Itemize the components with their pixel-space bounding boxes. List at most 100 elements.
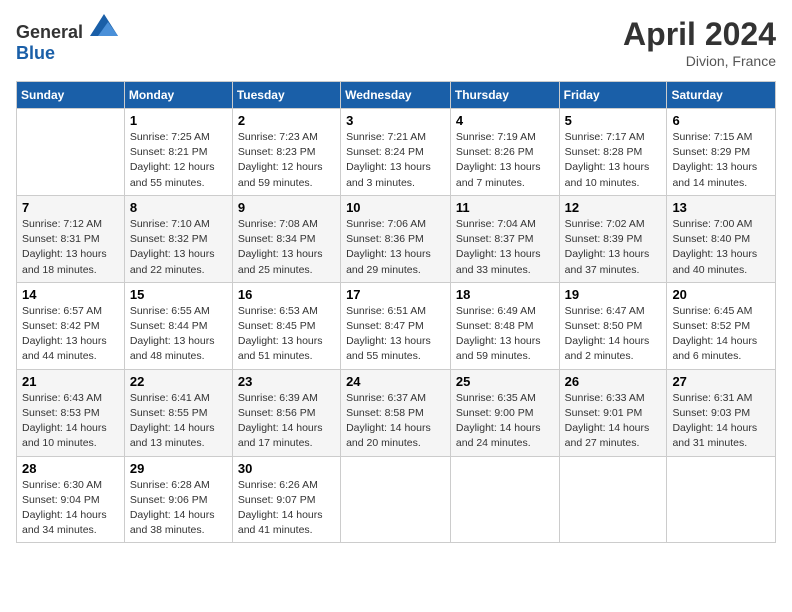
title-block: April 2024 Divion, France (623, 16, 776, 69)
calendar-cell: 21 Sunrise: 6:43 AMSunset: 8:53 PMDayligh… (17, 369, 125, 456)
day-info: Sunrise: 7:23 AMSunset: 8:23 PMDaylight:… (238, 130, 335, 191)
day-number: 29 (130, 461, 227, 476)
calendar-cell: 20 Sunrise: 6:45 AMSunset: 8:52 PMDayligh… (667, 282, 776, 369)
calendar-cell: 5Sunrise: 7:17 AMSunset: 8:28 PMDaylight… (559, 109, 667, 196)
day-number: 13 (672, 200, 770, 215)
day-info: Sunrise: 6:47 AMSunset: 8:50 PMDaylight:… (565, 304, 662, 365)
calendar-cell: 3 Sunrise: 7:21 AMSunset: 8:24 PMDaylight… (341, 109, 451, 196)
day-info: Sunrise: 7:02 AMSunset: 8:39 PMDaylight:… (565, 217, 662, 278)
calendar-cell: 24 Sunrise: 6:37 AMSunset: 8:58 PMDayligh… (341, 369, 451, 456)
day-info: Sunrise: 6:45 AMSunset: 8:52 PMDaylight:… (672, 304, 770, 365)
calendar-cell: 10 Sunrise: 7:06 AMSunset: 8:36 PMDayligh… (341, 195, 451, 282)
day-info: Sunrise: 6:28 AMSunset: 9:06 PMDaylight:… (130, 478, 227, 539)
calendar-cell: 26 Sunrise: 6:33 AMSunset: 9:01 PMDayligh… (559, 369, 667, 456)
calendar-cell (341, 456, 451, 543)
day-number: 24 (346, 374, 445, 389)
calendar-cell: 7 Sunrise: 7:12 AMSunset: 8:31 PMDaylight… (17, 195, 125, 282)
calendar-cell (667, 456, 776, 543)
day-info: Sunrise: 6:39 AMSunset: 8:56 PMDaylight:… (238, 391, 335, 452)
logo-general: General (16, 22, 83, 42)
day-number: 26 (565, 374, 662, 389)
day-info: Sunrise: 6:35 AMSunset: 9:00 PMDaylight:… (456, 391, 554, 452)
day-info: Sunrise: 6:41 AMSunset: 8:55 PMDaylight:… (130, 391, 227, 452)
calendar-week-1: 1 Sunrise: 7:25 AMSunset: 8:21 PMDaylight… (17, 109, 776, 196)
day-number: 3 (346, 113, 445, 128)
day-info: Sunrise: 7:12 AMSunset: 8:31 PMDaylight:… (22, 217, 119, 278)
day-header-sunday: Sunday (17, 82, 125, 109)
calendar-cell: 13 Sunrise: 7:00 AMSunset: 8:40 PMDayligh… (667, 195, 776, 282)
day-number: 16 (238, 287, 335, 302)
page-header: General Blue April 2024 Divion, France (16, 16, 776, 69)
day-info: Sunrise: 7:15 AMSunset: 8:29 PMDaylight:… (672, 130, 770, 191)
day-number: 7 (22, 200, 119, 215)
day-number: 19 (565, 287, 662, 302)
day-info: Sunrise: 6:43 AMSunset: 8:53 PMDaylight:… (22, 391, 119, 452)
calendar-cell: 6Sunrise: 7:15 AMSunset: 8:29 PMDaylight… (667, 109, 776, 196)
day-number: 14 (22, 287, 119, 302)
calendar-cell: 2 Sunrise: 7:23 AMSunset: 8:23 PMDaylight… (232, 109, 340, 196)
day-info: Sunrise: 6:31 AMSunset: 9:03 PMDaylight:… (672, 391, 770, 452)
calendar-cell: 28 Sunrise: 6:30 AMSunset: 9:04 PMDayligh… (17, 456, 125, 543)
day-info: Sunrise: 7:10 AMSunset: 8:32 PMDaylight:… (130, 217, 227, 278)
calendar-body: 1 Sunrise: 7:25 AMSunset: 8:21 PMDaylight… (17, 109, 776, 543)
day-number: 27 (672, 374, 770, 389)
day-info: Sunrise: 6:55 AMSunset: 8:44 PMDaylight:… (130, 304, 227, 365)
calendar-cell (559, 456, 667, 543)
calendar-week-2: 7 Sunrise: 7:12 AMSunset: 8:31 PMDaylight… (17, 195, 776, 282)
calendar-cell: 15 Sunrise: 6:55 AMSunset: 8:44 PMDayligh… (124, 282, 232, 369)
calendar-cell (17, 109, 125, 196)
calendar-cell: 1 Sunrise: 7:25 AMSunset: 8:21 PMDaylight… (124, 109, 232, 196)
day-number: 15 (130, 287, 227, 302)
calendar-cell: 25 Sunrise: 6:35 AMSunset: 9:00 PMDayligh… (450, 369, 559, 456)
calendar-week-3: 14 Sunrise: 6:57 AMSunset: 8:42 PMDayligh… (17, 282, 776, 369)
day-info: Sunrise: 6:51 AMSunset: 8:47 PMDaylight:… (346, 304, 445, 365)
calendar-cell: 23 Sunrise: 6:39 AMSunset: 8:56 PMDayligh… (232, 369, 340, 456)
day-info: Sunrise: 7:06 AMSunset: 8:36 PMDaylight:… (346, 217, 445, 278)
logo-blue: Blue (16, 43, 55, 63)
day-number: 28 (22, 461, 119, 476)
day-info: Sunrise: 6:53 AMSunset: 8:45 PMDaylight:… (238, 304, 335, 365)
day-info: Sunrise: 7:21 AMSunset: 8:24 PMDaylight:… (346, 130, 445, 191)
day-number: 5 (565, 113, 662, 128)
calendar-cell: 8Sunrise: 7:10 AMSunset: 8:32 PMDaylight… (124, 195, 232, 282)
day-number: 22 (130, 374, 227, 389)
calendar-cell (450, 456, 559, 543)
calendar-cell: 29 Sunrise: 6:28 AMSunset: 9:06 PMDayligh… (124, 456, 232, 543)
calendar-week-5: 28 Sunrise: 6:30 AMSunset: 9:04 PMDayligh… (17, 456, 776, 543)
day-info: Sunrise: 6:57 AMSunset: 8:42 PMDaylight:… (22, 304, 119, 365)
calendar-cell: 14 Sunrise: 6:57 AMSunset: 8:42 PMDayligh… (17, 282, 125, 369)
day-info: Sunrise: 6:30 AMSunset: 9:04 PMDaylight:… (22, 478, 119, 539)
day-number: 11 (456, 200, 554, 215)
calendar-cell: 16 Sunrise: 6:53 AMSunset: 8:45 PMDayligh… (232, 282, 340, 369)
day-number: 10 (346, 200, 445, 215)
day-number: 20 (672, 287, 770, 302)
day-number: 25 (456, 374, 554, 389)
day-info: Sunrise: 7:00 AMSunset: 8:40 PMDaylight:… (672, 217, 770, 278)
day-info: Sunrise: 6:49 AMSunset: 8:48 PMDaylight:… (456, 304, 554, 365)
logo: General Blue (16, 16, 118, 64)
day-number: 21 (22, 374, 119, 389)
day-header-thursday: Thursday (450, 82, 559, 109)
day-info: Sunrise: 7:25 AMSunset: 8:21 PMDaylight:… (130, 130, 227, 191)
day-number: 12 (565, 200, 662, 215)
day-info: Sunrise: 6:33 AMSunset: 9:01 PMDaylight:… (565, 391, 662, 452)
day-header-saturday: Saturday (667, 82, 776, 109)
day-number: 2 (238, 113, 335, 128)
day-number: 17 (346, 287, 445, 302)
calendar-cell: 22 Sunrise: 6:41 AMSunset: 8:55 PMDayligh… (124, 369, 232, 456)
calendar-cell: 18Sunrise: 6:49 AMSunset: 8:48 PMDayligh… (450, 282, 559, 369)
calendar-cell: 17 Sunrise: 6:51 AMSunset: 8:47 PMDayligh… (341, 282, 451, 369)
day-header-friday: Friday (559, 82, 667, 109)
day-number: 23 (238, 374, 335, 389)
day-number: 9 (238, 200, 335, 215)
calendar-cell: 30Sunrise: 6:26 AMSunset: 9:07 PMDayligh… (232, 456, 340, 543)
day-info: Sunrise: 6:37 AMSunset: 8:58 PMDaylight:… (346, 391, 445, 452)
day-number: 4 (456, 113, 554, 128)
day-header-monday: Monday (124, 82, 232, 109)
day-number: 30 (238, 461, 335, 476)
calendar-cell: 4Sunrise: 7:19 AMSunset: 8:26 PMDaylight… (450, 109, 559, 196)
day-header-tuesday: Tuesday (232, 82, 340, 109)
month-year-title: April 2024 (623, 16, 776, 53)
day-number: 1 (130, 113, 227, 128)
logo-icon (90, 14, 118, 36)
